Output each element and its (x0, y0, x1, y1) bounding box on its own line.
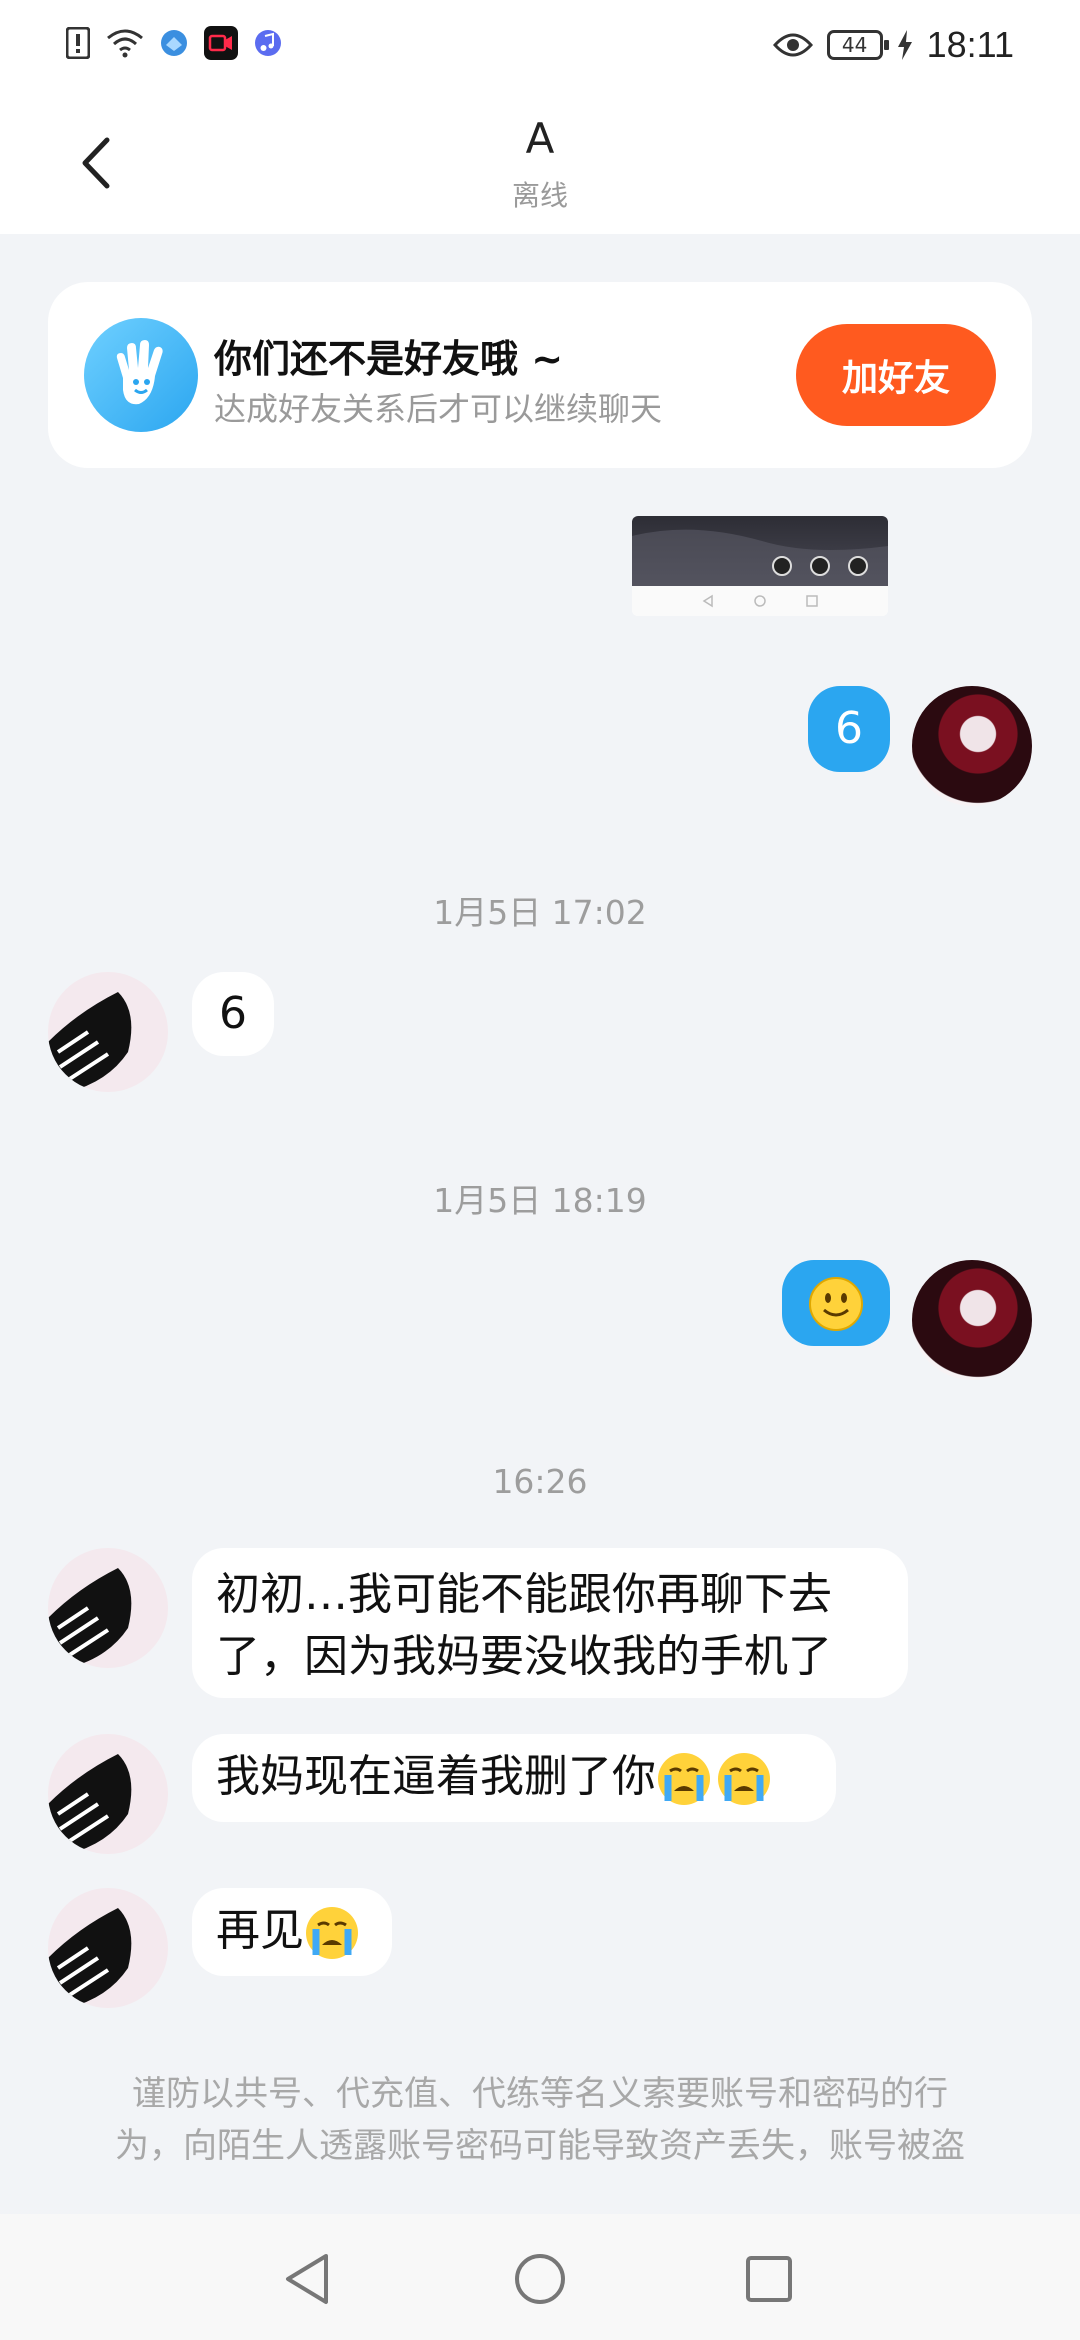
status-bar: 44 18:11 (0, 0, 1080, 90)
message-text: 我妈现在逼着我删了你 (216, 1751, 656, 1802)
message-text: 6 (219, 988, 247, 1039)
contact-avatar[interactable] (48, 972, 168, 1092)
timestamp: 1月5日 17:02 (433, 893, 647, 932)
contact-name: A (525, 114, 555, 163)
incoming-message[interactable]: 初初…我可能不能跟你再聊下去 了，因为我妈要没收我的手机了 (192, 1548, 908, 1698)
status-time: 18:11 (926, 24, 1014, 65)
message-text: 再见 (216, 1905, 304, 1956)
timestamp: 1月5日 18:19 (433, 1181, 647, 1220)
outgoing-message[interactable]: 6 (808, 686, 890, 772)
incoming-message[interactable]: 我妈现在逼着我删了你 (192, 1734, 836, 1822)
image-thumbnail (632, 516, 888, 586)
crying-face-icon (718, 1753, 770, 1805)
wifi-icon (107, 29, 143, 58)
app-icon (161, 30, 187, 56)
security-warning: 谨防以共号、代充值、代练等名义索要账号和密码的行 为，向陌生人透露账号密码可能导… (60, 2068, 1020, 2172)
nav-back-button[interactable] (272, 2244, 342, 2314)
add-friend-button[interactable]: 加好友 (796, 324, 996, 426)
message-text: 6 (835, 703, 863, 754)
music-icon (255, 30, 281, 56)
banner-description: 达成好友关系后才可以继续聊天 (214, 390, 663, 428)
image-message[interactable] (632, 516, 888, 616)
outgoing-emoji-message[interactable] (782, 1260, 890, 1346)
charging-icon (897, 30, 912, 60)
nav-recents-button[interactable] (734, 2244, 804, 2314)
contact-avatar[interactable] (48, 1548, 168, 1668)
incoming-message[interactable]: 再见 (192, 1888, 392, 1976)
alert-icon (66, 27, 90, 59)
image-nav-strip (632, 586, 888, 616)
message-text-line: 了，因为我妈要没收我的手机了 (216, 1631, 832, 1682)
not-friends-banner: 你们还不是好友哦 ~ 达成好友关系后才可以继续聊天 加好友 (48, 282, 1032, 468)
square-recents-icon (746, 2256, 792, 2302)
warning-line: 为，向陌生人透露账号密码可能导致资产丢失，账号被盗 (115, 2126, 965, 2166)
chat-header: A 离线 (0, 90, 1080, 234)
hand-wave-icon (84, 318, 198, 432)
incoming-message[interactable]: 6 (192, 972, 274, 1056)
battery-indicator: 44 (826, 30, 889, 60)
timestamp: 16:26 (492, 1462, 588, 1501)
system-nav-bar (0, 2214, 1080, 2340)
crying-face-icon (658, 1753, 710, 1805)
smiling-face-icon (809, 1277, 863, 1331)
contact-avatar[interactable] (48, 1734, 168, 1854)
contact-status: 离线 (511, 179, 568, 212)
video-recorder-icon (204, 26, 238, 60)
status-icons-right: 44 18:11 (772, 24, 1014, 66)
my-avatar[interactable] (912, 686, 1032, 806)
status-icons-left (66, 26, 282, 60)
nav-home-button[interactable] (505, 2244, 575, 2314)
circle-home-icon (515, 2254, 565, 2304)
contact-avatar[interactable] (48, 1888, 168, 2008)
my-avatar[interactable] (912, 1260, 1032, 1380)
crying-face-icon (306, 1907, 358, 1959)
message-text-line: 初初…我可能不能跟你再聊下去 (216, 1569, 832, 1620)
triangle-back-icon (286, 2254, 328, 2304)
banner-title: 你们还不是好友哦 ~ (214, 337, 564, 381)
eye-icon (772, 33, 813, 57)
warning-line: 谨防以共号、代充值、代练等名义索要账号和密码的行 (132, 2074, 948, 2114)
